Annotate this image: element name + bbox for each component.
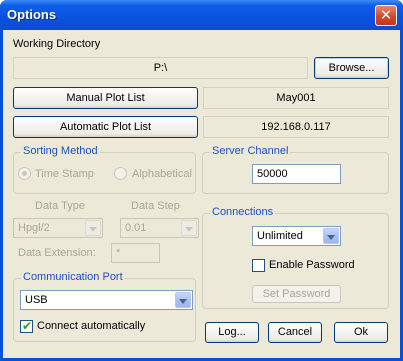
communication-port-value: USB	[25, 294, 48, 306]
sorting-method-title: Sorting Method	[21, 145, 100, 157]
radio-time-stamp-label: Time Stamp	[35, 168, 94, 180]
close-button[interactable]: ✕	[375, 5, 397, 26]
cancel-button[interactable]: Cancel	[268, 322, 322, 343]
manual-plot-list-value: May001	[203, 87, 389, 109]
chevron-down-icon	[181, 220, 197, 236]
connections-title: Connections	[210, 206, 276, 218]
data-extension-label: Data Extension:	[18, 247, 96, 259]
automatic-plot-list-button[interactable]: Automatic Plot List	[13, 116, 198, 138]
window-title: Options	[7, 7, 57, 22]
data-extension-input[interactable]: *	[111, 243, 160, 263]
server-channel-input[interactable]: 50000	[252, 164, 341, 184]
chevron-down-icon	[323, 228, 339, 244]
communication-port-title: Communication Port	[21, 271, 125, 283]
chevron-down-icon	[175, 292, 191, 308]
data-step-label: Data Step	[131, 200, 180, 212]
data-step-value: 0.01	[125, 222, 147, 234]
checkmark-icon: ✔	[22, 319, 33, 333]
connections-value: Unlimited	[257, 230, 303, 242]
communication-port-group: Communication Port	[13, 271, 196, 342]
set-password-button[interactable]: Set Password	[252, 285, 341, 303]
radio-alphabetical[interactable]	[114, 167, 127, 180]
data-type-label: Data Type	[35, 200, 85, 212]
communication-port-select[interactable]: USB	[20, 290, 193, 310]
radio-time-stamp[interactable]	[18, 167, 31, 180]
log-button[interactable]: Log...	[205, 322, 259, 343]
title-bar[interactable]: Options ✕	[0, 0, 403, 30]
working-directory-path: P:\	[13, 57, 308, 79]
manual-plot-list-button[interactable]: Manual Plot List	[13, 87, 198, 109]
close-icon: ✕	[379, 6, 393, 24]
working-directory-label: Working Directory	[13, 38, 101, 50]
enable-password-checkbox[interactable]	[252, 259, 265, 272]
connections-select[interactable]: Unlimited	[252, 226, 341, 246]
automatic-plot-list-value: 192.168.0.117	[203, 116, 389, 138]
dialog-body: Working Directory P:\ Browse... Manual P…	[3, 30, 400, 358]
chevron-down-icon	[85, 220, 101, 236]
enable-password-label: Enable Password	[269, 259, 355, 271]
data-type-select[interactable]: Hpgl/2	[13, 218, 103, 238]
radio-alphabetical-label: Alphabetical	[132, 168, 192, 180]
data-type-value: Hpgl/2	[18, 222, 50, 234]
options-dialog: Options ✕ Working Directory P:\ Browse..…	[0, 0, 403, 361]
connect-automatically-label: Connect automatically	[37, 320, 146, 332]
radio-selected-dot	[22, 171, 27, 176]
server-channel-title: Server Channel	[210, 145, 291, 157]
browse-button[interactable]: Browse...	[314, 57, 389, 79]
data-step-select[interactable]: 0.01	[120, 218, 199, 238]
ok-button[interactable]: Ok	[334, 322, 388, 343]
connect-automatically-checkbox[interactable]: ✔	[20, 319, 33, 333]
